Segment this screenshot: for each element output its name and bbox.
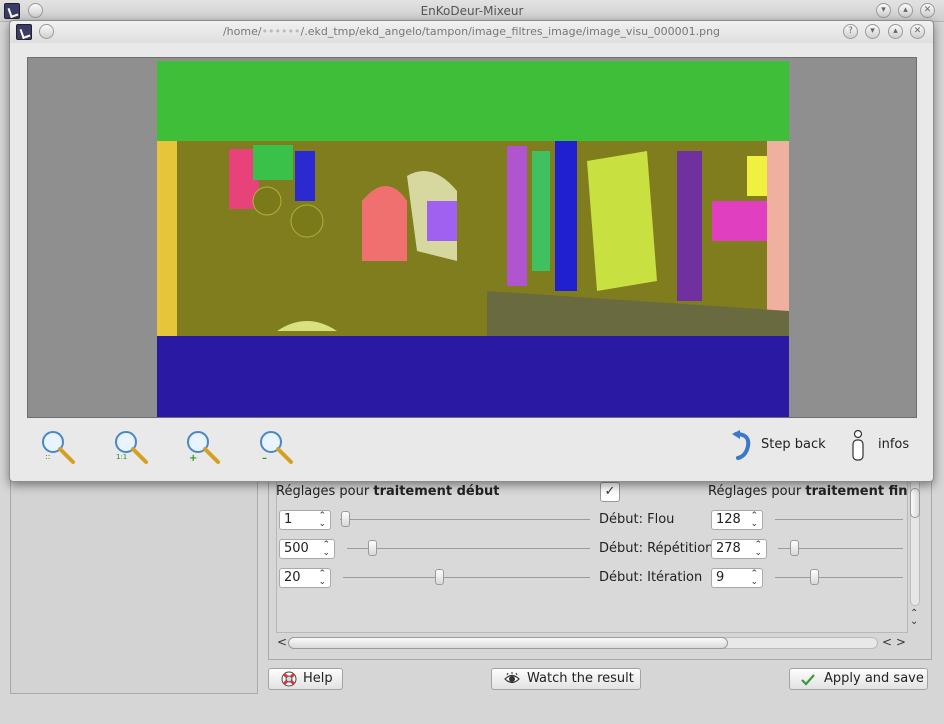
start-blur-slider-handle[interactable] <box>341 511 350 527</box>
vertical-scrollbar[interactable]: ⌃ ⌄ <box>908 478 922 628</box>
step-back-icon[interactable] <box>730 430 754 460</box>
start-iteration-slider-handle[interactable] <box>435 569 444 585</box>
check-icon <box>801 674 815 686</box>
viewer-maximize-button[interactable]: ▴ <box>888 24 903 39</box>
zoom-fit-icon[interactable]: :: <box>40 429 76 465</box>
start-iteration-slider-track[interactable] <box>343 577 590 578</box>
eye-icon <box>504 672 520 684</box>
svg-text:1:1: 1:1 <box>116 453 127 461</box>
step-back-button[interactable]: Step back <box>761 437 826 452</box>
infos-button[interactable]: infos <box>878 437 909 452</box>
blur-label: Début: Flou <box>599 512 675 527</box>
start-iteration-spinbox[interactable]: 20 ⌃ ⌄ <box>279 568 331 588</box>
end-iteration-spinbox[interactable]: 9 ⌃ ⌄ <box>711 568 763 588</box>
main-minimize-button[interactable]: ▾ <box>876 3 891 18</box>
viewer-close-button[interactable]: ✕ <box>910 24 925 39</box>
viewer-minimize-button[interactable]: ▾ <box>865 24 880 39</box>
viewer-file-path: /home/••••••/.ekd_tmp/ekd_angelo/tampon/… <box>222 25 721 38</box>
scroll-down-arrow[interactable]: ⌄ <box>910 616 918 627</box>
left-panel <box>10 470 258 694</box>
start-repetition-slider-track[interactable] <box>347 548 590 549</box>
lifebuoy-icon <box>281 671 297 687</box>
end-repetition-spinbox[interactable]: 278 ⌃ ⌄ <box>711 539 767 559</box>
end-iteration-slider-track[interactable] <box>775 577 903 578</box>
main-maximize-button[interactable]: ▴ <box>898 3 913 18</box>
watch-result-label: Watch the result <box>527 671 634 686</box>
image-bottom-band <box>157 336 789 417</box>
info-icon[interactable] <box>850 430 866 462</box>
end-settings-heading: Réglages pour traitement fin <box>708 484 908 499</box>
zoom-out-icon[interactable]: – <box>258 429 294 465</box>
end-blur-spinbox[interactable]: 128 ⌃ ⌄ <box>711 510 763 530</box>
start-blur-spinbox[interactable]: 1 ⌃ ⌄ <box>279 510 331 530</box>
scroll-right-arrows[interactable]: < > <box>882 635 906 649</box>
help-button[interactable]: Help <box>268 668 343 690</box>
vertical-scroll-thumb[interactable] <box>910 488 920 518</box>
zoom-in-icon[interactable]: + <box>185 429 221 465</box>
viewer-titlebar: /home/••••••/.ekd_tmp/ekd_angelo/tampon/… <box>10 21 933 43</box>
image-canvas[interactable] <box>27 57 917 418</box>
end-blur-slider-track[interactable] <box>775 519 903 520</box>
image-viewer-window: /home/••••••/.ekd_tmp/ekd_angelo/tampon/… <box>9 20 934 482</box>
horizontal-scroll-thumb[interactable] <box>288 637 728 649</box>
horizontal-scrollbar[interactable]: < < > <box>276 634 908 652</box>
link-settings-checkbox[interactable]: ✓ <box>600 482 620 502</box>
start-repetition-slider-handle[interactable] <box>368 540 377 556</box>
apply-save-label: Apply and save <box>824 671 924 686</box>
help-button-label: Help <box>303 671 333 686</box>
main-close-button[interactable]: ✕ <box>920 3 935 18</box>
zoom-original-icon[interactable]: 1:1 <box>113 429 149 465</box>
end-repetition-slider-handle[interactable] <box>790 540 799 556</box>
posterized-scene <box>157 141 789 336</box>
start-repetition-spinbox[interactable]: 500 ⌃ ⌄ <box>279 539 335 559</box>
main-window-title: EnKoDeur-Mixeur <box>420 4 524 18</box>
main-titlebar: EnKoDeur-Mixeur ▾ ▴ ✕ <box>0 0 944 22</box>
scroll-left-arrow[interactable]: < <box>277 635 287 649</box>
start-settings-heading: Réglages pour traitement début <box>276 484 500 499</box>
end-iteration-slider-handle[interactable] <box>810 569 819 585</box>
start-blur-slider-track[interactable] <box>340 519 590 520</box>
preview-image <box>157 61 789 417</box>
svg-text:+: + <box>189 453 197 464</box>
watch-result-button[interactable]: Watch the result <box>491 668 641 690</box>
viewer-help-button[interactable]: ? <box>843 24 858 39</box>
apply-save-button[interactable]: Apply and save <box>789 668 928 690</box>
repetition-label: Début: Répétition <box>599 541 714 556</box>
image-middle-band <box>157 141 789 336</box>
iteration-label: Début: Itération <box>599 570 703 585</box>
svg-text:–: – <box>262 453 267 464</box>
svg-text:::: :: <box>45 452 50 461</box>
image-top-band <box>157 61 789 141</box>
